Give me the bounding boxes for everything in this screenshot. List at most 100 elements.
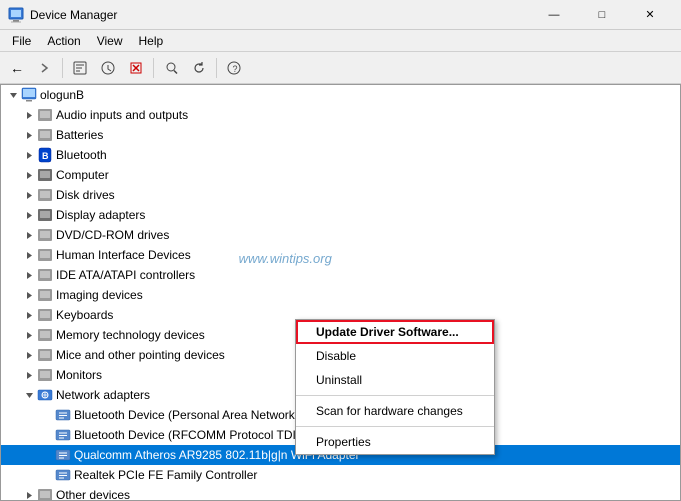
maximize-button[interactable]: □ — [579, 0, 625, 30]
tree-item-ide[interactable]: IDE ATA/ATAPI controllers — [1, 265, 680, 285]
tree-icon-monitors — [37, 367, 53, 383]
tree-expand-dvd[interactable] — [21, 227, 37, 243]
window-controls: — □ ✕ — [531, 0, 673, 30]
tree-item-root[interactable]: ologunB — [1, 85, 680, 105]
tree-expand-imaging[interactable] — [21, 287, 37, 303]
tree-expand-audio[interactable] — [21, 107, 37, 123]
tree-icon-mice — [37, 347, 53, 363]
tree-label-monitors: Monitors — [56, 368, 102, 382]
tree-item-hid[interactable]: Human Interface Devices — [1, 245, 680, 265]
menu-item-file[interactable]: File — [4, 32, 39, 50]
tree-label-hid: Human Interface Devices — [56, 248, 191, 262]
tree-expand-qualcomm[interactable] — [39, 447, 55, 463]
tree-icon-imaging — [37, 287, 53, 303]
menu-item-view[interactable]: View — [89, 32, 131, 50]
scan-button[interactable] — [158, 55, 184, 81]
tree-item-computer[interactable]: Computer — [1, 165, 680, 185]
tree-item-dvd[interactable]: DVD/CD-ROM drives — [1, 225, 680, 245]
tree-item-batteries[interactable]: Batteries — [1, 125, 680, 145]
toolbar-separator-2 — [153, 58, 154, 78]
tree-label-dvd: DVD/CD-ROM drives — [56, 228, 169, 242]
tree-label-batteries: Batteries — [56, 128, 103, 142]
tree-expand-mice[interactable] — [21, 347, 37, 363]
app-icon — [8, 7, 24, 23]
tree-expand-root[interactable] — [5, 87, 21, 103]
tree-expand-realtek[interactable] — [39, 467, 55, 483]
context-menu: Update Driver Software...DisableUninstal… — [295, 319, 495, 455]
help-button[interactable]: ? — [221, 55, 247, 81]
tree-expand-displayadapters[interactable] — [21, 207, 37, 223]
context-menu-item-properties[interactable]: Properties — [296, 430, 494, 454]
tree-item-audio[interactable]: Audio inputs and outputs — [1, 105, 680, 125]
tree-expand-hid[interactable] — [21, 247, 37, 263]
tree-label-ide: IDE ATA/ATAPI controllers — [56, 268, 195, 282]
tree-icon-root — [21, 87, 37, 103]
properties-button[interactable] — [67, 55, 93, 81]
tree-expand-diskdrives[interactable] — [21, 187, 37, 203]
tree-label-memory: Memory technology devices — [56, 328, 205, 342]
tree-item-other[interactable]: Other devices — [1, 485, 680, 501]
svg-text:?: ? — [233, 64, 238, 74]
tree-item-displayadapters[interactable]: Display adapters — [1, 205, 680, 225]
tree-label-imaging: Imaging devices — [56, 288, 143, 302]
tree-icon-dvd — [37, 227, 53, 243]
menu-item-action[interactable]: Action — [39, 32, 88, 50]
tree-expand-bt2[interactable] — [39, 427, 55, 443]
context-menu-separator-sep2 — [296, 426, 494, 427]
tree-label-computer: Computer — [56, 168, 109, 182]
tree-expand-bt1[interactable] — [39, 407, 55, 423]
tree-item-diskdrives[interactable]: Disk drives — [1, 185, 680, 205]
tree-icon-other — [37, 487, 53, 501]
tree-expand-monitors[interactable] — [21, 367, 37, 383]
context-menu-item-update[interactable]: Update Driver Software... — [296, 320, 494, 344]
tree-item-realtek[interactable]: Realtek PCIe FE Family Controller — [1, 465, 680, 485]
refresh-button[interactable] — [186, 55, 212, 81]
tree-label-realtek: Realtek PCIe FE Family Controller — [74, 468, 257, 482]
menu-item-help[interactable]: Help — [131, 32, 172, 50]
context-menu-separator-sep1 — [296, 395, 494, 396]
back-button[interactable]: ← — [4, 55, 30, 81]
tree-expand-batteries[interactable] — [21, 127, 37, 143]
tree-label-diskdrives: Disk drives — [56, 188, 115, 202]
toolbar: ← ? — [0, 52, 681, 84]
tree-icon-keyboards — [37, 307, 53, 323]
tree-label-keyboards: Keyboards — [56, 308, 113, 322]
tree-label-bt2: Bluetooth Device (RFCOMM Protocol TDI) — [74, 428, 300, 442]
tree-label-bluetooth: Bluetooth — [56, 148, 107, 162]
tree-item-imaging[interactable]: Imaging devices — [1, 285, 680, 305]
svg-text:B: B — [42, 151, 49, 161]
main-content: www.wintips.org ologunBAudio inputs and … — [0, 84, 681, 501]
tree-icon-batteries — [37, 127, 53, 143]
title-bar: Device Manager — □ ✕ — [0, 0, 681, 30]
tree-expand-other[interactable] — [21, 487, 37, 501]
tree-icon-network — [37, 387, 53, 403]
context-menu-item-uninstall[interactable]: Uninstall — [296, 368, 494, 392]
minimize-button[interactable]: — — [531, 0, 577, 30]
tree-item-bluetooth[interactable]: B Bluetooth — [1, 145, 680, 165]
tree-expand-memory[interactable] — [21, 327, 37, 343]
tree-label-mice: Mice and other pointing devices — [56, 348, 225, 362]
toolbar-separator-1 — [62, 58, 63, 78]
context-menu-item-scan[interactable]: Scan for hardware changes — [296, 399, 494, 423]
toolbar-separator-3 — [216, 58, 217, 78]
tree-icon-diskdrives — [37, 187, 53, 203]
tree-expand-network[interactable] — [21, 387, 37, 403]
tree-expand-bluetooth[interactable] — [21, 147, 37, 163]
tree-label-bt1: Bluetooth Device (Personal Area Network) — [74, 408, 299, 422]
close-button[interactable]: ✕ — [627, 0, 673, 30]
tree-expand-ide[interactable] — [21, 267, 37, 283]
context-menu-item-disable[interactable]: Disable — [296, 344, 494, 368]
window-title: Device Manager — [30, 8, 531, 22]
update-driver-button[interactable] — [95, 55, 121, 81]
tree-expand-keyboards[interactable] — [21, 307, 37, 323]
tree-icon-realtek — [55, 467, 71, 483]
tree-label-other: Other devices — [56, 488, 130, 501]
tree-label-root: ologunB — [40, 88, 84, 102]
tree-icon-ide — [37, 267, 53, 283]
forward-button[interactable] — [32, 55, 58, 81]
uninstall-button[interactable] — [123, 55, 149, 81]
tree-icon-qualcomm — [55, 447, 71, 463]
tree-label-network: Network adapters — [56, 388, 150, 402]
tree-expand-computer[interactable] — [21, 167, 37, 183]
tree-icon-audio — [37, 107, 53, 123]
